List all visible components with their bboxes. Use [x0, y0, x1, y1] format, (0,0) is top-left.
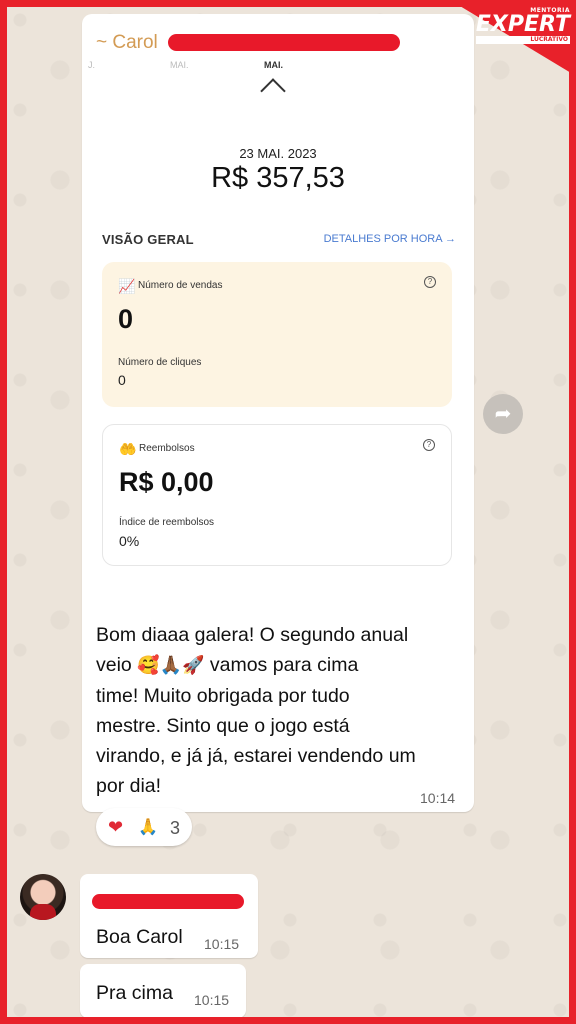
message-line: mestre. Sinto que o jogo está — [96, 715, 350, 737]
avatar[interactable] — [20, 874, 66, 920]
redacted-name — [168, 34, 400, 51]
refund-value: R$ 0,00 — [119, 467, 214, 497]
report-amount: R$ 357,53 — [211, 162, 345, 194]
reply-text: Boa Carol — [96, 926, 183, 948]
month-label-active: MAI. — [264, 60, 283, 70]
message-time: 10:14 — [420, 790, 456, 806]
reply-time: 10:15 — [204, 936, 240, 952]
redacted-name — [92, 894, 244, 909]
message-line: time! Muito obrigada por tudo — [96, 685, 350, 707]
message-line: virando, e já já, estarei vendendo um — [96, 745, 416, 767]
refund-label: Reembolsos — [139, 443, 195, 454]
overview-heading: VISÃO GERAL — [102, 232, 194, 247]
details-link: DETALHES POR HORA → — [323, 233, 456, 245]
incoming-message-bubble[interactable]: ~ Carol J. MAI. MAI. 23 MAI. 2023 R$ 357… — [82, 14, 474, 812]
refund-rate-label: Índice de reembolsos — [119, 517, 215, 528]
help-icon: ? — [424, 276, 436, 288]
message-fragment: vamos para cima — [204, 654, 359, 676]
brand-logo: MENTORIA EXPERT LUCRATIVO — [475, 8, 570, 44]
sales-value: 0 — [118, 304, 134, 334]
sender-name[interactable]: ~ Carol — [96, 32, 158, 54]
praying-hands-icon: 🙏 — [138, 819, 158, 836]
forward-button[interactable]: ➦ — [483, 394, 523, 434]
sales-card: 📈 Número de vendas ? 0 Número de cliques… — [102, 262, 452, 407]
refund-rate-value: 0% — [119, 533, 140, 549]
clicks-label: Número de cliques — [118, 357, 202, 368]
reply-bubble[interactable]: Boa Carol 10:15 — [80, 874, 258, 958]
message-line: Bom diaaa galera! O segundo anual — [96, 624, 409, 646]
report-date: 23 MAI. 2023 — [239, 146, 317, 161]
help-icon: ? — [423, 439, 435, 451]
clicks-value: 0 — [118, 372, 126, 388]
logo-sub: LUCRATIVO — [475, 36, 570, 44]
reaction-count: 3 — [170, 818, 181, 838]
reply-time: 10:15 — [194, 992, 230, 1008]
embedded-screenshot[interactable]: J. MAI. MAI. 23 MAI. 2023 R$ 357,53 VISÃ… — [82, 56, 474, 586]
emoji-group: 🥰🙏🏾🚀 — [137, 655, 205, 676]
message-line: veio 🥰🙏🏾🚀 vamos para cima — [96, 650, 468, 681]
share-arrow-icon: ➦ — [494, 403, 512, 425]
chevron-up-icon — [260, 78, 286, 104]
reply-bubble[interactable]: Pra cima 10:15 — [80, 964, 246, 1018]
message-fragment: veio — [96, 654, 138, 676]
heart-icon: ❤ — [108, 817, 124, 837]
reply-text: Pra cima — [96, 982, 173, 1004]
refund-hand-icon: 🤲 — [119, 441, 137, 457]
message-text: Bom diaaa galera! O segundo anual veio 🥰… — [96, 620, 468, 801]
refund-card: 🤲 Reembolsos ? R$ 0,00 Índice de reembol… — [102, 424, 452, 566]
month-label: MAI. — [170, 60, 189, 70]
reactions-pill[interactable]: ❤ 🙏 3 — [96, 808, 192, 846]
trend-chart-icon: 📈 — [118, 278, 136, 294]
logo-main: EXPERT — [475, 12, 570, 37]
message-line: por dia! — [96, 775, 162, 797]
sales-label: Número de vendas — [138, 280, 223, 291]
month-label: J. — [88, 60, 96, 70]
